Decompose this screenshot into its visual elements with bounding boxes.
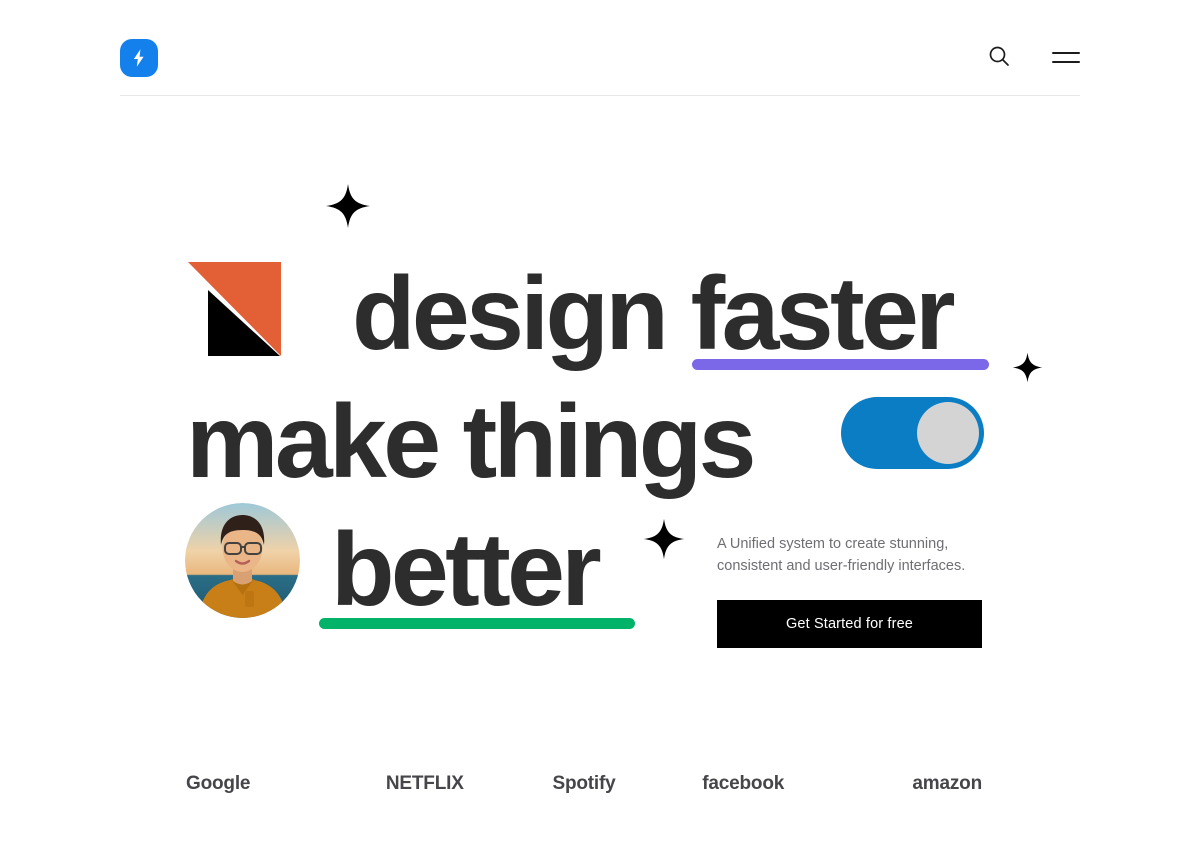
landing-page: design faster make things better A Unifi…: [0, 0, 1200, 853]
brand-logo-strip: Google NETFLIX Spotify facebook amazon: [120, 760, 1080, 808]
purple-underline-accent: [692, 359, 989, 370]
toggle-switch[interactable]: [841, 397, 984, 469]
brand-spotify[interactable]: Spotify: [504, 773, 663, 795]
headline-line-2: make things: [186, 384, 756, 500]
sparkle-icon-top-left: [325, 183, 371, 229]
sparkle-icon-mid: [643, 518, 685, 560]
decorative-triangle-shape: [188, 262, 281, 356]
avatar: [185, 503, 300, 618]
brand-netflix[interactable]: NETFLIX: [345, 773, 504, 795]
hero-copy: A Unified system to create stunning, con…: [717, 533, 992, 648]
brand-facebook[interactable]: facebook: [664, 773, 823, 795]
headline-line-1: design faster: [352, 256, 956, 372]
headline-line-3: better: [331, 512, 602, 628]
green-underline-accent: [319, 618, 635, 629]
brand-google[interactable]: Google: [120, 773, 345, 795]
toggle-knob: [917, 402, 979, 464]
sparkle-icon-right: [1012, 352, 1043, 383]
hero-subtitle-line-2: consistent and user-friendly interfaces.: [717, 558, 966, 575]
brand-amazon[interactable]: amazon: [823, 773, 1080, 795]
hero-section: design faster make things better A Unifi…: [0, 0, 1200, 853]
hero-subtitle-line-1: A Unified system to create stunning,: [717, 536, 949, 552]
get-started-button[interactable]: Get Started for free: [717, 599, 982, 648]
